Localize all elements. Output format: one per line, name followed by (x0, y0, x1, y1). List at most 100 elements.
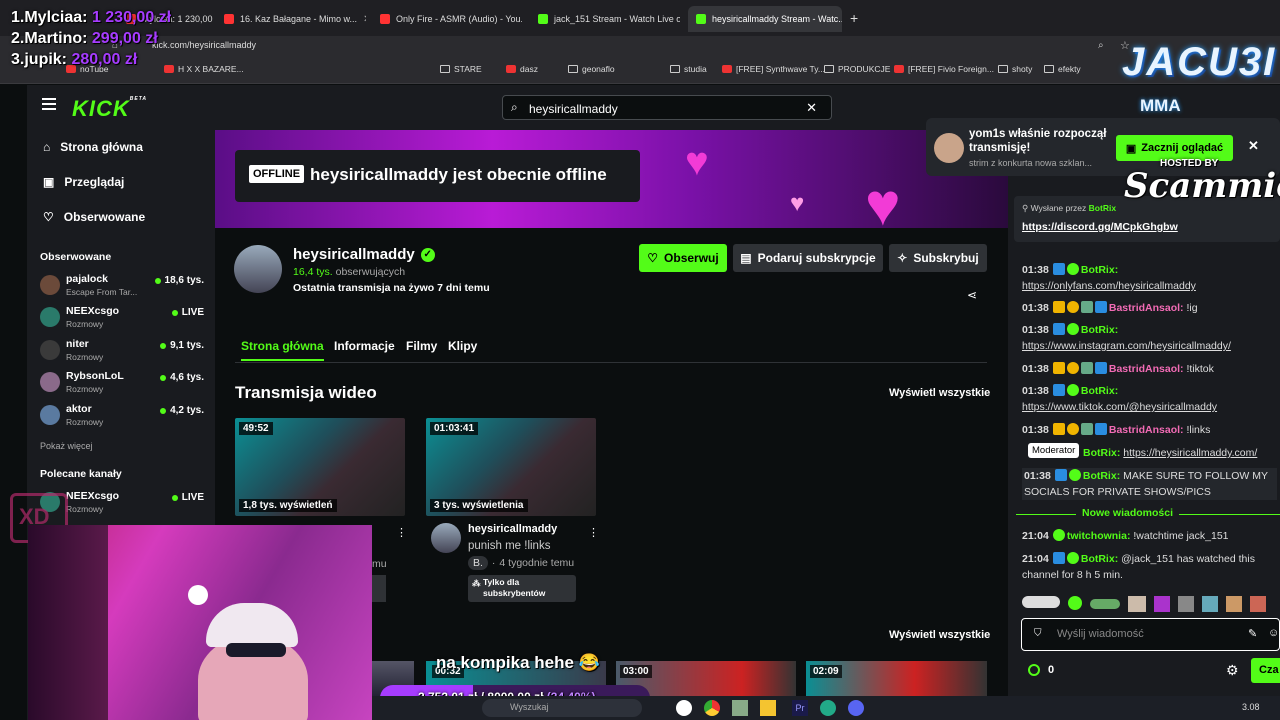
duration-badge: 02:09 (810, 665, 842, 678)
emote-bar[interactable] (1022, 596, 1280, 614)
new-messages-label: Nowe wiadomości (1076, 507, 1180, 519)
search-icon: ⌕ (511, 100, 518, 114)
points-icon (1028, 664, 1040, 676)
video-card[interactable]: 01:03:41 3 tys. wyświetlenia (426, 418, 596, 516)
bookmark-folder[interactable]: PRODUKCJE (824, 64, 890, 74)
clear-search-icon[interactable]: ✕ (806, 100, 817, 116)
bookmark-folder[interactable]: geonaflo (568, 64, 615, 74)
close-icon[interactable]: ✕ (1248, 138, 1259, 154)
followed-channel[interactable]: pajalock Escape From Tar... 18,6 tys. (40, 273, 210, 301)
bookmark[interactable]: [FREE] Synthwave Ty... (722, 64, 825, 74)
lock-icon: ⁂ (472, 578, 481, 588)
emoji-icon[interactable]: ☺ (1268, 627, 1279, 639)
video-card[interactable]: 49:52 1,8 tys. wyświetleń (235, 418, 405, 516)
chat-message: 21:04 twitchownia: !watchtime jack_151 (1022, 529, 1229, 542)
stream-caption: na kompika hehe 😂 (436, 653, 600, 672)
badge-icon (1080, 362, 1093, 374)
app-icon[interactable] (820, 700, 836, 716)
tab-home[interactable]: Strona główna (241, 339, 324, 361)
discord-icon[interactable] (848, 700, 864, 716)
video-title[interactable]: punish me !links (468, 540, 550, 552)
nav-browse[interactable]: ▣ Przeglądaj (43, 175, 124, 189)
nav-following[interactable]: ♡ Obserwowane (43, 210, 145, 224)
menu-icon[interactable] (42, 98, 56, 110)
new-tab-icon[interactable]: + (850, 10, 858, 26)
chat-message: 21:04 BotRix: @jack_151 has watched this … (1022, 552, 1255, 581)
pinned-link[interactable]: https://discord.gg/MCpkGhgbw (1022, 221, 1178, 233)
followed-channel[interactable]: NEEXcsgo Rozmowy LIVE (40, 305, 210, 333)
chat-message: 01:38 BastridAnsaol: !links (1022, 423, 1211, 436)
browser-tab[interactable]: Only Fire - ASMR (Audio) - You...✕ (372, 6, 522, 32)
browser-tab[interactable]: 16. Kaz Bałagane - Mimo w...✕ (216, 6, 366, 32)
clip-card[interactable]: 02:09 (806, 661, 987, 696)
tv-icon: ▣ (1125, 142, 1137, 155)
view-all-videos-link[interactable]: Wyświetl wszystkie (889, 387, 990, 399)
verified-icon (1052, 529, 1065, 541)
chat-input[interactable]: ⛉ Wyślij wiadomość ✎ ☺ (1021, 618, 1280, 651)
bookmark[interactable]: dasz (506, 64, 538, 74)
kick-logo[interactable]: KICKBETA (72, 96, 147, 122)
gift-sub-button[interactable]: ▤ Podaruj subskrypcje (733, 244, 883, 272)
close-icon[interactable]: ✕ (363, 14, 366, 25)
bookmark[interactable]: [FREE] Fivio Foreign... (894, 64, 994, 74)
avatar (40, 340, 60, 360)
bookmark-folder[interactable]: shoty (998, 64, 1032, 74)
views-badge: 1,8 tys. wyświetleń (239, 499, 337, 512)
followed-channel[interactable]: aktor Rozmowy 4,2 tys. (40, 403, 210, 431)
channel-avatar[interactable] (234, 245, 282, 293)
follow-button[interactable]: ♡ Obserwuj (639, 244, 727, 272)
kick-icon (696, 14, 706, 24)
nav-home[interactable]: ⌂ Strona główna (43, 140, 143, 154)
more-options-icon[interactable]: ⋮ (588, 526, 599, 539)
browser-tab[interactable]: jack_151 Stream - Watch Live o...✕ (530, 6, 680, 32)
address-bar[interactable]: ⌂ kick.com/heysiricallmaddy ⌕ ☆ (0, 36, 1280, 58)
view-all-clips-link[interactable]: Wyświetl wszystkie (889, 629, 990, 641)
moderator-icon (1094, 423, 1107, 435)
show-more-link[interactable]: Pokaż więcej (40, 441, 93, 451)
chat-message: 01:38 BotRix: https://onlyfans.com/heysiri… (1022, 263, 1196, 292)
bookmark-folder[interactable]: efekty (1044, 64, 1081, 74)
browser-tab-active[interactable]: heysiricallmaddy Stream - Watc...✕ (688, 6, 842, 32)
crown-icon (1052, 362, 1065, 374)
tab-info[interactable]: Informacje (334, 339, 395, 353)
bookmark-folder[interactable]: studia (670, 64, 707, 74)
chrome-icon[interactable] (704, 700, 720, 716)
channel-points[interactable]: 0 (1028, 664, 1054, 676)
moderator-icon (1052, 263, 1065, 275)
heart-decoration: ♥ (685, 140, 709, 184)
tab-clips[interactable]: Klipy (448, 339, 477, 353)
duration-badge: 01:03:41 (430, 422, 479, 435)
sub-only-badge-partial (372, 575, 386, 602)
app-icon[interactable] (732, 700, 748, 716)
folder-icon[interactable] (760, 700, 776, 716)
chat-message: 01:38 BastridAnsaol: !ig (1022, 301, 1198, 314)
crown-icon (1052, 301, 1065, 313)
brand-logo: JACU3I (1122, 40, 1277, 84)
views-badge: 3 tys. wyświetlenia (430, 499, 528, 512)
windows-taskbar: Wyszukaj Pr 3.08 (372, 696, 1280, 720)
settings-icon[interactable]: ⚙ (1226, 662, 1239, 679)
zoom-icon[interactable]: ⌕ (1098, 40, 1104, 51)
video-channel[interactable]: heysiricallmaddy (468, 523, 557, 535)
verified-icon (1066, 263, 1079, 275)
sub-badge-icon (1066, 423, 1079, 435)
followed-channel[interactable]: niter Rozmowy 9,1 tys. (40, 338, 210, 366)
taskbar-search[interactable]: Wyszukaj (482, 699, 642, 717)
tab-videos[interactable]: Filmy (406, 339, 437, 353)
bookmark[interactable]: H X X BAZARE... (164, 64, 244, 74)
premiere-icon[interactable]: Pr (792, 700, 808, 716)
subscribe-button[interactable]: ✧ Subskrybuj (889, 244, 987, 272)
send-chat-button[interactable]: Cza (1251, 658, 1280, 683)
translate-icon[interactable]: ✎ (1248, 627, 1257, 640)
followed-channel[interactable]: RybsonLoL Rozmowy 4,6 tys. (40, 370, 210, 398)
search-input[interactable]: ⌕ heysiricallmaddy ✕ (502, 95, 832, 120)
share-icon[interactable]: ⋖ (967, 288, 977, 302)
moderator-icon (1052, 323, 1065, 335)
notification-subtitle: strim z konkurta nowa szklan... (969, 158, 1093, 168)
emote-icon (1090, 599, 1120, 609)
more-options-icon[interactable]: ⋮ (396, 526, 407, 539)
avatar[interactable] (431, 523, 461, 553)
steam-icon[interactable] (676, 700, 692, 716)
bookmark-folder[interactable]: STARE (440, 64, 482, 74)
search-value: heysiricallmaddy (529, 102, 618, 116)
